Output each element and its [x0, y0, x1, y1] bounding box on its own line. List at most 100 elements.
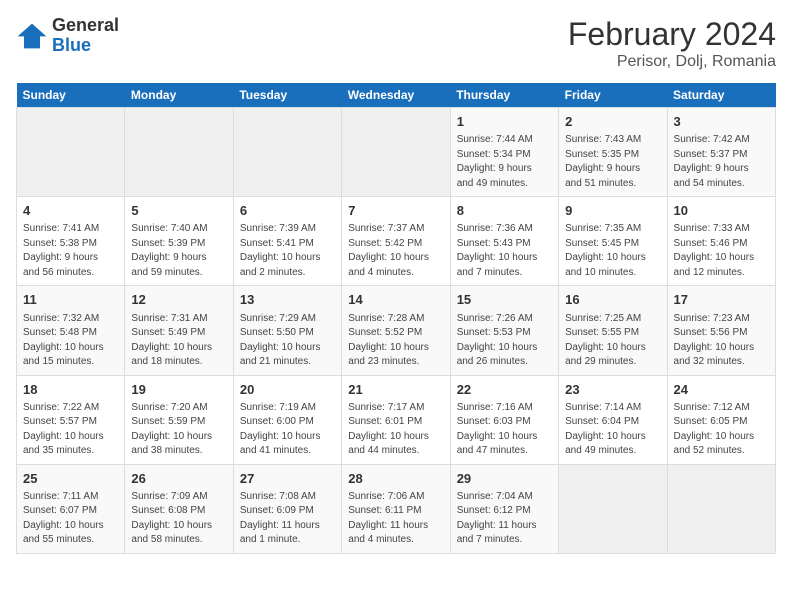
- week-row-5: 25 Sunrise: 7:11 AM Sunset: 6:07 PM Dayli…: [17, 464, 776, 553]
- day-cell: 29 Sunrise: 7:04 AM Sunset: 6:12 PM Dayli…: [450, 464, 558, 553]
- day-info: Sunrise: 7:39 AM Sunset: 5:41 PM Dayligh…: [240, 222, 335, 280]
- day-info: Sunrise: 7:12 AM Sunset: 6:05 PM Dayligh…: [674, 401, 769, 459]
- calendar-table: SundayMondayTuesdayWednesdayThursdayFrid…: [16, 83, 776, 554]
- day-cell: 11Sunrise: 7:32 AM Sunset: 5:48 PM Dayli…: [17, 286, 125, 375]
- day-cell: 3 Sunrise: 7:42 AM Sunset: 5:37 PM Daylig…: [667, 108, 775, 197]
- day-cell: 23 Sunrise: 7:14 AM Sunset: 6:04 PM Dayli…: [559, 375, 667, 464]
- day-info: Sunrise: 7:31 AM Sunset: 5:49 PM Dayligh…: [131, 312, 226, 370]
- day-info: Sunrise: 7:29 AM Sunset: 5:50 PM Dayligh…: [240, 312, 335, 370]
- day-number: 8: [457, 202, 552, 220]
- logo-icon: [16, 22, 48, 50]
- title-block: February 2024 Perisor, Dolj, Romania: [568, 16, 776, 71]
- week-row-2: 4 Sunrise: 7:41 AM Sunset: 5:38 PM Daylig…: [17, 197, 776, 286]
- day-info: Sunrise: 7:33 AM Sunset: 5:46 PM Dayligh…: [674, 222, 769, 280]
- calendar-subtitle: Perisor, Dolj, Romania: [568, 53, 776, 71]
- day-info: Sunrise: 7:41 AM Sunset: 5:38 PM Dayligh…: [23, 222, 118, 280]
- day-number: 9: [565, 202, 660, 220]
- day-info: Sunrise: 7:23 AM Sunset: 5:56 PM Dayligh…: [674, 312, 769, 370]
- logo: General Blue: [16, 16, 119, 56]
- day-info: Sunrise: 7:11 AM Sunset: 6:07 PM Dayligh…: [23, 490, 118, 548]
- day-number: 10: [674, 202, 769, 220]
- day-number: 19: [131, 381, 226, 399]
- day-info: Sunrise: 7:43 AM Sunset: 5:35 PM Dayligh…: [565, 133, 660, 191]
- day-cell: 2 Sunrise: 7:43 AM Sunset: 5:35 PM Daylig…: [559, 108, 667, 197]
- day-cell: 13 Sunrise: 7:29 AM Sunset: 5:50 PM Dayli…: [233, 286, 341, 375]
- day-cell: [559, 464, 667, 553]
- day-cell: 24 Sunrise: 7:12 AM Sunset: 6:05 PM Dayli…: [667, 375, 775, 464]
- day-info: Sunrise: 7:44 AM Sunset: 5:34 PM Dayligh…: [457, 133, 552, 191]
- day-info: Sunrise: 7:26 AM Sunset: 5:53 PM Dayligh…: [457, 312, 552, 370]
- column-header-tuesday: Tuesday: [233, 83, 341, 108]
- day-cell: 20Sunrise: 7:19 AM Sunset: 6:00 PM Dayli…: [233, 375, 341, 464]
- column-header-thursday: Thursday: [450, 83, 558, 108]
- day-cell: 10 Sunrise: 7:33 AM Sunset: 5:46 PM Dayli…: [667, 197, 775, 286]
- day-number: 5: [131, 202, 226, 220]
- day-number: 12: [131, 291, 226, 309]
- day-info: Sunrise: 7:28 AM Sunset: 5:52 PM Dayligh…: [348, 312, 443, 370]
- day-info: Sunrise: 7:25 AM Sunset: 5:55 PM Dayligh…: [565, 312, 660, 370]
- column-header-sunday: Sunday: [17, 83, 125, 108]
- day-cell: [233, 108, 341, 197]
- logo-text: General Blue: [52, 16, 119, 56]
- day-cell: 17Sunrise: 7:23 AM Sunset: 5:56 PM Dayli…: [667, 286, 775, 375]
- day-cell: 18 Sunrise: 7:22 AM Sunset: 5:57 PM Dayli…: [17, 375, 125, 464]
- day-cell: 21 Sunrise: 7:17 AM Sunset: 6:01 PM Dayli…: [342, 375, 450, 464]
- day-number: 27: [240, 470, 335, 488]
- day-number: 14: [348, 291, 443, 309]
- day-cell: 27 Sunrise: 7:08 AM Sunset: 6:09 PM Dayli…: [233, 464, 341, 553]
- day-cell: [342, 108, 450, 197]
- day-number: 20: [240, 381, 335, 399]
- day-cell: 5 Sunrise: 7:40 AM Sunset: 5:39 PM Daylig…: [125, 197, 233, 286]
- day-cell: 28 Sunrise: 7:06 AM Sunset: 6:11 PM Dayli…: [342, 464, 450, 553]
- day-number: 29: [457, 470, 552, 488]
- day-cell: 14 Sunrise: 7:28 AM Sunset: 5:52 PM Dayli…: [342, 286, 450, 375]
- day-number: 28: [348, 470, 443, 488]
- day-number: 13: [240, 291, 335, 309]
- day-number: 7: [348, 202, 443, 220]
- day-info: Sunrise: 7:17 AM Sunset: 6:01 PM Dayligh…: [348, 401, 443, 459]
- day-info: Sunrise: 7:37 AM Sunset: 5:42 PM Dayligh…: [348, 222, 443, 280]
- day-number: 16: [565, 291, 660, 309]
- day-info: Sunrise: 7:42 AM Sunset: 5:37 PM Dayligh…: [674, 133, 769, 191]
- day-number: 1: [457, 113, 552, 131]
- calendar-title: February 2024: [568, 16, 776, 53]
- day-info: Sunrise: 7:36 AM Sunset: 5:43 PM Dayligh…: [457, 222, 552, 280]
- day-cell: [667, 464, 775, 553]
- day-number: 26: [131, 470, 226, 488]
- day-cell: 9 Sunrise: 7:35 AM Sunset: 5:45 PM Daylig…: [559, 197, 667, 286]
- day-info: Sunrise: 7:06 AM Sunset: 6:11 PM Dayligh…: [348, 490, 443, 548]
- day-number: 25: [23, 470, 118, 488]
- day-cell: 4 Sunrise: 7:41 AM Sunset: 5:38 PM Daylig…: [17, 197, 125, 286]
- column-header-wednesday: Wednesday: [342, 83, 450, 108]
- day-info: Sunrise: 7:22 AM Sunset: 5:57 PM Dayligh…: [23, 401, 118, 459]
- day-number: 18: [23, 381, 118, 399]
- day-cell: 19 Sunrise: 7:20 AM Sunset: 5:59 PM Dayli…: [125, 375, 233, 464]
- day-info: Sunrise: 7:35 AM Sunset: 5:45 PM Dayligh…: [565, 222, 660, 280]
- day-cell: [17, 108, 125, 197]
- day-info: Sunrise: 7:32 AM Sunset: 5:48 PM Dayligh…: [23, 312, 118, 370]
- day-info: Sunrise: 7:40 AM Sunset: 5:39 PM Dayligh…: [131, 222, 226, 280]
- day-number: 15: [457, 291, 552, 309]
- day-info: Sunrise: 7:20 AM Sunset: 5:59 PM Dayligh…: [131, 401, 226, 459]
- day-number: 21: [348, 381, 443, 399]
- day-number: 4: [23, 202, 118, 220]
- day-number: 6: [240, 202, 335, 220]
- day-info: Sunrise: 7:14 AM Sunset: 6:04 PM Dayligh…: [565, 401, 660, 459]
- week-row-4: 18 Sunrise: 7:22 AM Sunset: 5:57 PM Dayli…: [17, 375, 776, 464]
- day-number: 2: [565, 113, 660, 131]
- page-header: General Blue February 2024 Perisor, Dolj…: [16, 16, 776, 71]
- day-cell: 22Sunrise: 7:16 AM Sunset: 6:03 PM Dayli…: [450, 375, 558, 464]
- day-cell: [125, 108, 233, 197]
- day-number: 23: [565, 381, 660, 399]
- day-cell: 6 Sunrise: 7:39 AM Sunset: 5:41 PM Daylig…: [233, 197, 341, 286]
- column-header-friday: Friday: [559, 83, 667, 108]
- day-info: Sunrise: 7:04 AM Sunset: 6:12 PM Dayligh…: [457, 490, 552, 548]
- day-number: 3: [674, 113, 769, 131]
- calendar-header: SundayMondayTuesdayWednesdayThursdayFrid…: [17, 83, 776, 108]
- day-cell: 15 Sunrise: 7:26 AM Sunset: 5:53 PM Dayli…: [450, 286, 558, 375]
- week-row-3: 11Sunrise: 7:32 AM Sunset: 5:48 PM Dayli…: [17, 286, 776, 375]
- day-cell: 7 Sunrise: 7:37 AM Sunset: 5:42 PM Daylig…: [342, 197, 450, 286]
- day-info: Sunrise: 7:08 AM Sunset: 6:09 PM Dayligh…: [240, 490, 335, 548]
- day-number: 24: [674, 381, 769, 399]
- column-header-monday: Monday: [125, 83, 233, 108]
